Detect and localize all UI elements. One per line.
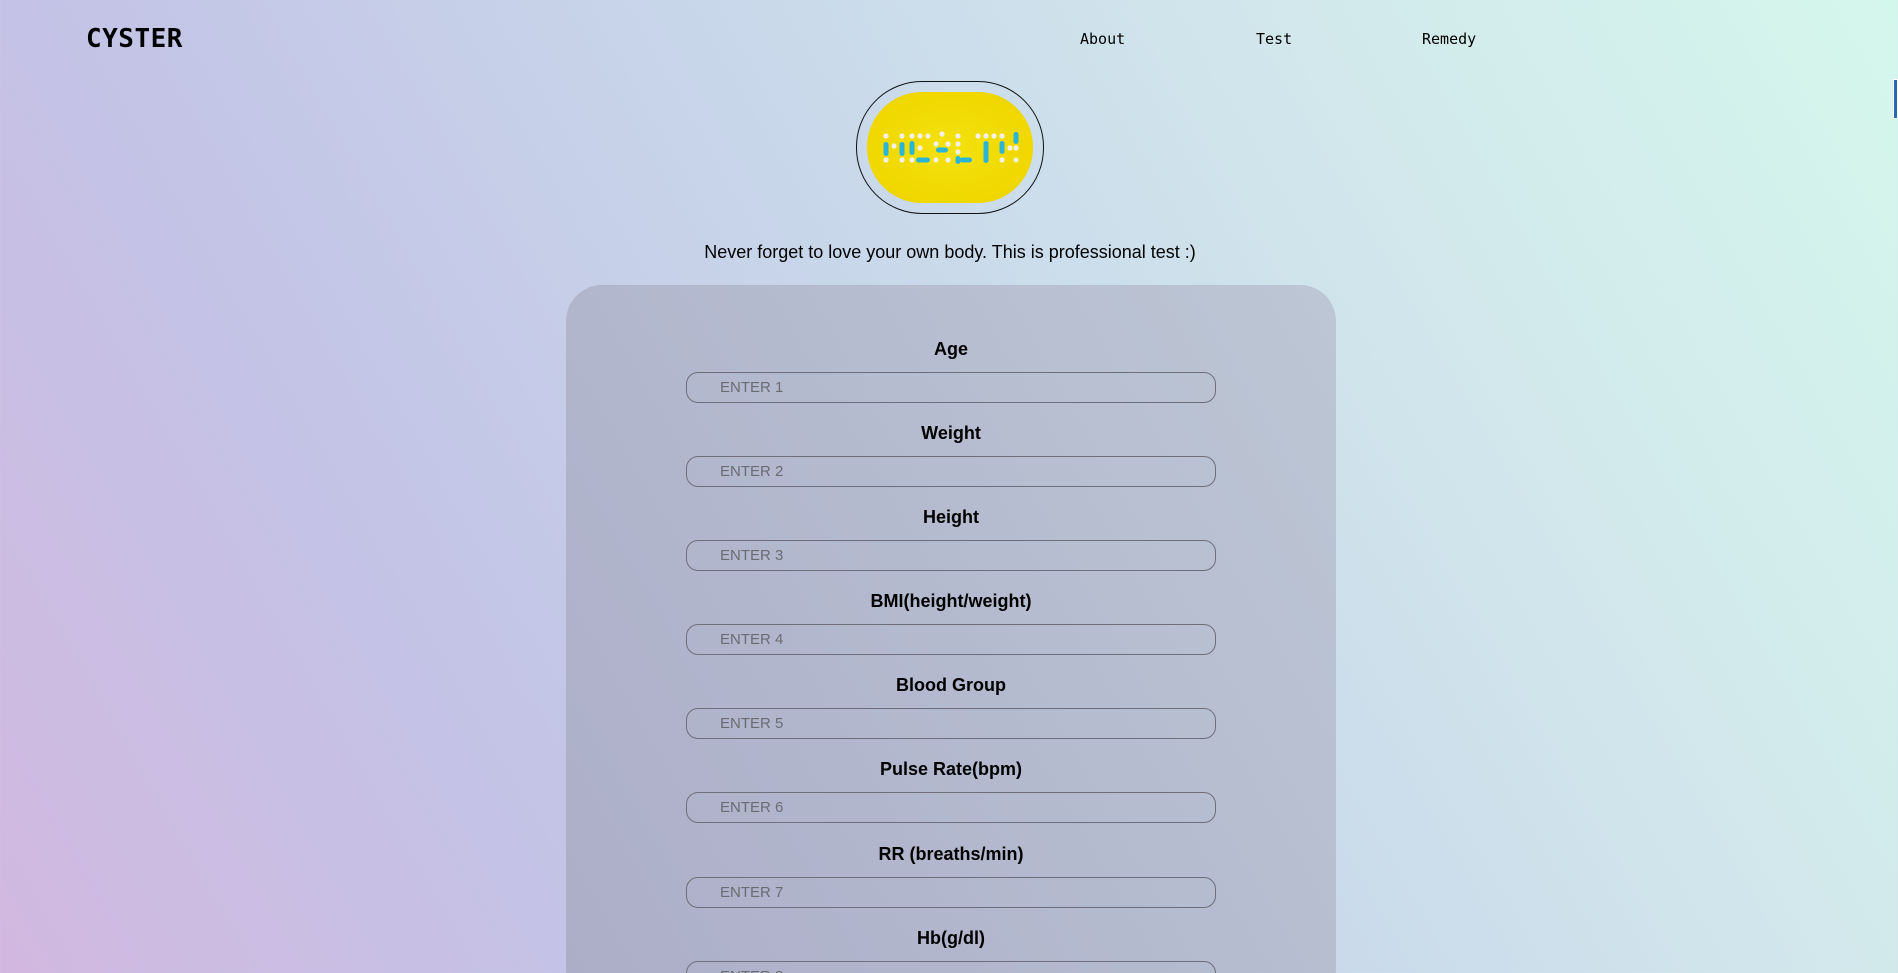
field-label-pulse-rate: Pulse Rate(bpm) <box>879 759 1023 779</box>
hb-input[interactable] <box>686 961 1216 973</box>
weight-input[interactable] <box>686 456 1216 487</box>
field-label-age: Age <box>933 339 968 359</box>
field-label-bmi: BMI(height/weight) <box>870 591 1032 611</box>
blood-group-input[interactable] <box>686 708 1216 739</box>
field-label-blood-group: Blood Group <box>896 675 1006 695</box>
health-pills-lettering <box>883 130 1019 164</box>
hero-image-frame <box>856 81 1044 214</box>
nav-link-about[interactable]: About <box>1080 30 1125 48</box>
nav-link-remedy[interactable]: Remedy <box>1422 30 1476 48</box>
field-label-hb: Hb(g/dl) <box>917 928 985 948</box>
brand-logo[interactable]: CYSTER <box>86 24 183 54</box>
nav-link-test[interactable]: Test <box>1256 30 1292 48</box>
age-input[interactable] <box>686 372 1216 403</box>
test-form-card: Age Weight Height BMI(height/weight) Blo… <box>566 285 1336 973</box>
field-label-weight: Weight <box>921 423 981 443</box>
bmi-input[interactable] <box>686 624 1216 655</box>
rr-input[interactable] <box>686 877 1216 908</box>
pulse-rate-input[interactable] <box>686 792 1216 823</box>
height-input[interactable] <box>686 540 1216 571</box>
health-pills-image <box>867 92 1033 203</box>
tagline: Never forget to love your own body. This… <box>704 242 1196 262</box>
edge-widget-icon[interactable] <box>1893 79 1898 119</box>
field-label-rr: RR (breaths/min) <box>878 844 1024 864</box>
field-label-height: Height <box>923 507 979 527</box>
